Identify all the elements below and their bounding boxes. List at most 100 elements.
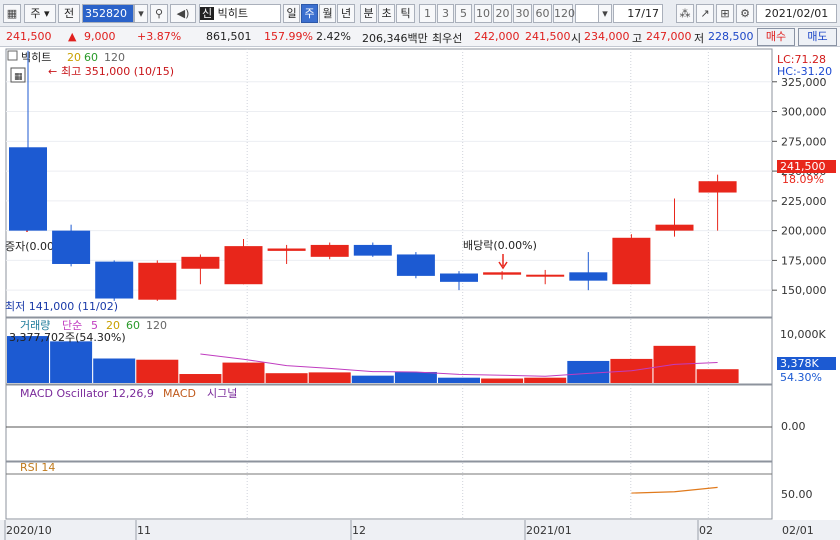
price-change: 9,000 <box>84 30 116 43</box>
rsi-title[interactable]: RSI 14 <box>20 461 55 474</box>
price-tick-label: 275,000 <box>781 135 827 148</box>
candle-body[interactable] <box>310 244 349 257</box>
low-label: 저 <box>694 32 705 45</box>
last-price-label: 241,500 <box>780 160 826 173</box>
tab-tick[interactable]: 틱 <box>396 4 415 23</box>
volume-bar[interactable] <box>136 359 179 383</box>
candle-body[interactable] <box>353 244 392 256</box>
candle-body[interactable] <box>138 262 177 300</box>
time-tick-label: 02 <box>699 524 713 537</box>
interval-dropdown-icon[interactable]: ▾ <box>598 4 612 23</box>
tab-second[interactable]: 초 <box>378 4 395 23</box>
gear-icon[interactable]: ⚙ <box>736 4 754 23</box>
volume-bar[interactable] <box>50 341 93 383</box>
ma-20-label[interactable]: 20 <box>67 51 81 64</box>
volume-bar[interactable] <box>696 369 739 383</box>
volume-value: 861,501 <box>206 30 252 43</box>
last-volume-label: 3,378K <box>780 357 819 370</box>
candle-body[interactable] <box>396 254 435 276</box>
candle-body[interactable] <box>9 147 47 231</box>
time-tick-label: 02/01 <box>782 524 814 537</box>
volume-bar[interactable] <box>394 371 437 383</box>
interval-5[interactable]: 5 <box>455 4 472 23</box>
tab-minute[interactable]: 분 <box>360 4 377 23</box>
candle-body[interactable] <box>526 274 565 277</box>
search-icon[interactable]: ⚲ <box>150 4 168 23</box>
stock-name-field[interactable]: 신 빅히트 <box>199 4 281 23</box>
candle-body[interactable] <box>181 256 220 269</box>
high-price: 247,000 <box>646 30 692 43</box>
tab-year[interactable]: 년 <box>337 4 355 23</box>
tab-week[interactable]: 주 <box>301 4 318 23</box>
ma-120-label[interactable]: 120 <box>104 51 125 64</box>
overlay-icon[interactable]: ⁂ <box>676 4 694 23</box>
time-tick-label: 2021/01 <box>526 524 572 537</box>
period-type-select[interactable]: 주 ▾ <box>24 4 56 23</box>
volume-axis-tick: 10,000K <box>780 328 826 341</box>
candle-body[interactable] <box>440 273 478 282</box>
volume-bar[interactable] <box>179 374 222 383</box>
candle-body[interactable] <box>698 181 737 193</box>
interval-1[interactable]: 1 <box>419 4 436 23</box>
volume-ma-60[interactable]: 60 <box>126 319 140 332</box>
volume-bar[interactable] <box>351 375 394 383</box>
stock-code-input[interactable]: 352820 <box>82 4 134 23</box>
price-tick-label: 150,000 <box>781 284 827 297</box>
interval-120[interactable]: 120 <box>553 4 575 23</box>
interval-10[interactable]: 10 <box>474 4 492 23</box>
code-dropdown-icon[interactable]: ▾ <box>134 4 148 23</box>
grid-menu-icon[interactable]: ▦ <box>3 4 21 23</box>
candle-body[interactable] <box>224 246 263 285</box>
high-annotation: 최고 351,000 (10/15) <box>61 65 174 78</box>
candle-body[interactable] <box>95 261 134 299</box>
macd-axis-tick: 0.00 <box>781 420 806 433</box>
interval-30[interactable]: 30 <box>513 4 532 23</box>
last-volume-percent: 54.30% <box>780 371 822 384</box>
volume-bar[interactable] <box>308 372 351 383</box>
last-price-percent: 18.09% <box>782 173 824 186</box>
buy-button[interactable]: 매수 <box>757 28 795 46</box>
collapse-icon[interactable] <box>7 50 18 61</box>
grid-icon[interactable]: ⊞ <box>716 4 734 23</box>
volume-bar[interactable] <box>93 358 136 384</box>
price-tick-label: 300,000 <box>781 106 827 119</box>
volume-bar[interactable] <box>524 377 567 383</box>
interval-20[interactable]: 20 <box>493 4 512 23</box>
macd-series-label[interactable]: MACD <box>163 387 196 400</box>
tab-day[interactable]: 일 <box>283 4 300 23</box>
price-tick-label: 200,000 <box>781 225 827 238</box>
price-panel-title[interactable]: 빅히트 <box>21 50 51 64</box>
candle-body[interactable] <box>569 272 608 281</box>
candle-body[interactable] <box>655 224 694 231</box>
price-tick-label: 325,000 <box>781 76 827 89</box>
volume-bar[interactable] <box>222 362 265 383</box>
time-axis <box>0 520 840 540</box>
interval-60[interactable]: 60 <box>533 4 552 23</box>
open-price: 234,000 <box>584 30 630 43</box>
candle-body[interactable] <box>612 237 651 285</box>
volume-bar[interactable] <box>265 373 308 383</box>
prev-button[interactable]: 전 <box>58 4 80 23</box>
volume-bar[interactable] <box>438 377 480 383</box>
page-counter[interactable]: 17/17 <box>613 4 663 23</box>
date-input[interactable]: 2021/02/01 <box>756 4 837 23</box>
ma-60-label[interactable]: 60 <box>84 51 98 64</box>
sell-button[interactable]: 매도 <box>798 28 837 46</box>
volume-bar[interactable] <box>481 378 524 383</box>
candle-body[interactable] <box>52 230 91 264</box>
time-tick-label: 11 <box>137 524 151 537</box>
bid-price: 241,500 <box>525 30 571 43</box>
interval-3[interactable]: 3 <box>437 4 454 23</box>
stock-chart[interactable]: 빅히트 20 60 120 ▦ ← 최고 351,000 (10/15) 최저 … <box>0 48 840 540</box>
candle-body[interactable] <box>483 272 522 275</box>
calendar-glyph: ▦ <box>14 72 23 82</box>
change-percent: +3.87% <box>137 30 182 43</box>
sound-icon[interactable]: ◀) <box>170 4 196 23</box>
candle-body[interactable] <box>267 248 306 251</box>
ask-price: 242,000 <box>474 30 520 43</box>
macd-signal-label[interactable]: 시그널 <box>207 387 237 400</box>
tab-month[interactable]: 월 <box>319 4 336 23</box>
chart-add-icon[interactable]: ↗ <box>696 4 714 23</box>
volume-ma-120[interactable]: 120 <box>146 319 167 332</box>
macd-title[interactable]: MACD Oscillator 12,26,9 <box>20 387 154 400</box>
